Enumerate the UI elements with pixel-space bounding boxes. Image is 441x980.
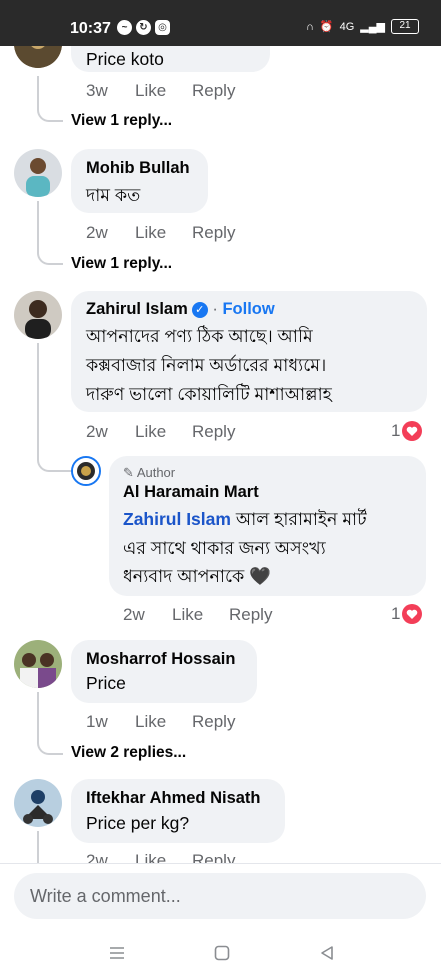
like-button[interactable]: Like (135, 712, 166, 732)
comment-text: Price per kg? (86, 813, 190, 833)
comment-input[interactable] (14, 873, 426, 919)
reaction-count[interactable]: 1 (391, 421, 423, 441)
mention-link[interactable]: Zahirul Islam (123, 509, 231, 529)
verified-badge-icon: ✓ (191, 301, 208, 318)
signal-icon: ▂▄▆ (360, 21, 385, 33)
comment-text-line: দারুণ ভালো কোয়ালিটি মাশাআল্লাহ (86, 384, 332, 404)
sync-icon: ↻ (136, 20, 151, 35)
reply-button[interactable]: Reply (192, 422, 235, 442)
clock: 10:37 (70, 20, 111, 37)
alarm-icon: ⏰ (319, 21, 334, 33)
comment-bubble[interactable]: Iftekhar Ahmed Nisath Price per kg? (71, 779, 285, 843)
status-bar: 10:37 ~ ↻ ◎ ∩ ⏰ 4G ▂▄▆ 21 (0, 0, 441, 46)
avatar[interactable] (14, 149, 62, 197)
reaction-count[interactable]: 1 (391, 604, 423, 624)
back-button[interactable] (316, 942, 338, 964)
like-button[interactable]: Like (172, 605, 203, 625)
recents-button[interactable] (106, 942, 128, 964)
back-icon (321, 946, 333, 960)
love-reaction-icon (402, 604, 423, 624)
like-button[interactable]: Like (135, 81, 166, 101)
network-indicator: 4G (339, 20, 355, 33)
comment-bubble[interactable]: Mosharrof Hossain Price (71, 640, 257, 703)
menu-icon (110, 947, 124, 959)
comment-text: দাম কত (86, 185, 141, 205)
comment-time: 1w (86, 712, 108, 731)
comment-time: 2w (86, 422, 108, 441)
reply-button[interactable]: Reply (192, 712, 235, 732)
reply-button[interactable]: Reply (192, 223, 235, 243)
comment-text-line: ধন্যবাদ আপনাকে 🖤 (123, 566, 271, 586)
comment-text-line: Zahirul Islam আল হারামাইন মার্ট (123, 509, 367, 529)
commenter-name[interactable]: Iftekhar Ahmed Nisath (86, 789, 261, 808)
comment-composer (0, 863, 441, 926)
comment-bubble[interactable]: Mohib Bullah দাম কত (71, 149, 208, 213)
comment-text: Price (86, 673, 126, 693)
reply-button[interactable]: Reply (229, 605, 272, 625)
comment-text-line: কক্সবাজার নিলাম অর্ডারের মাধ্যমে। (86, 355, 327, 375)
avatar[interactable] (71, 456, 101, 486)
comment-time: 2w (86, 223, 108, 242)
reply-button[interactable]: Reply (192, 81, 235, 101)
author-badge: ✎ Author (123, 465, 176, 480)
comments-sheet: Price koto 3w Like Reply View 1 reply...… (0, 46, 441, 926)
battery-icon: 21 (391, 19, 419, 34)
like-button[interactable]: Like (135, 422, 166, 442)
avatar[interactable] (14, 640, 62, 688)
comment-time: 3w (86, 81, 108, 100)
like-button[interactable]: Like (135, 223, 166, 243)
comment-text-line: এর সাথে থাকার জন্য অসংখ্য (123, 538, 326, 558)
app-notification-icon: ◎ (155, 20, 170, 35)
view-replies-link[interactable]: View 1 reply... (71, 255, 172, 273)
comment-bubble[interactable]: Zahirul Islam ✓ · Follow আপনাদের পণ্য ঠিক… (71, 291, 427, 412)
pencil-icon: ✎ (123, 465, 134, 480)
avatar[interactable] (14, 779, 62, 827)
follow-button[interactable]: Follow (222, 300, 274, 318)
system-nav-bar (0, 926, 441, 980)
avatar[interactable] (14, 291, 62, 339)
commenter-name[interactable]: Zahirul Islam (86, 300, 188, 318)
messenger-icon: ~ (117, 20, 132, 35)
comment-time: 2w (123, 605, 145, 624)
reply-bubble[interactable]: ✎ Author Al Haramain Mart Zahirul Islam … (109, 456, 426, 596)
commenter-name-row: Zahirul Islam ✓ · Follow (86, 300, 275, 318)
home-button[interactable] (211, 942, 233, 964)
avatar[interactable] (14, 46, 62, 68)
commenter-name[interactable]: Mohib Bullah (86, 159, 190, 178)
love-reaction-icon (402, 421, 423, 441)
comment-text-line: আপনাদের পণ্য ঠিক আছে। আমি (86, 326, 313, 346)
view-replies-link[interactable]: View 2 replies... (71, 744, 186, 762)
view-replies-link[interactable]: View 1 reply... (71, 112, 172, 130)
home-icon (214, 945, 230, 961)
commenter-name[interactable]: Al Haramain Mart (123, 483, 259, 502)
comment-bubble[interactable]: Price koto (71, 46, 270, 72)
comment-text: Price koto (86, 49, 164, 69)
headphones-icon: ∩ (305, 20, 314, 33)
commenter-name[interactable]: Mosharrof Hossain (86, 650, 235, 669)
